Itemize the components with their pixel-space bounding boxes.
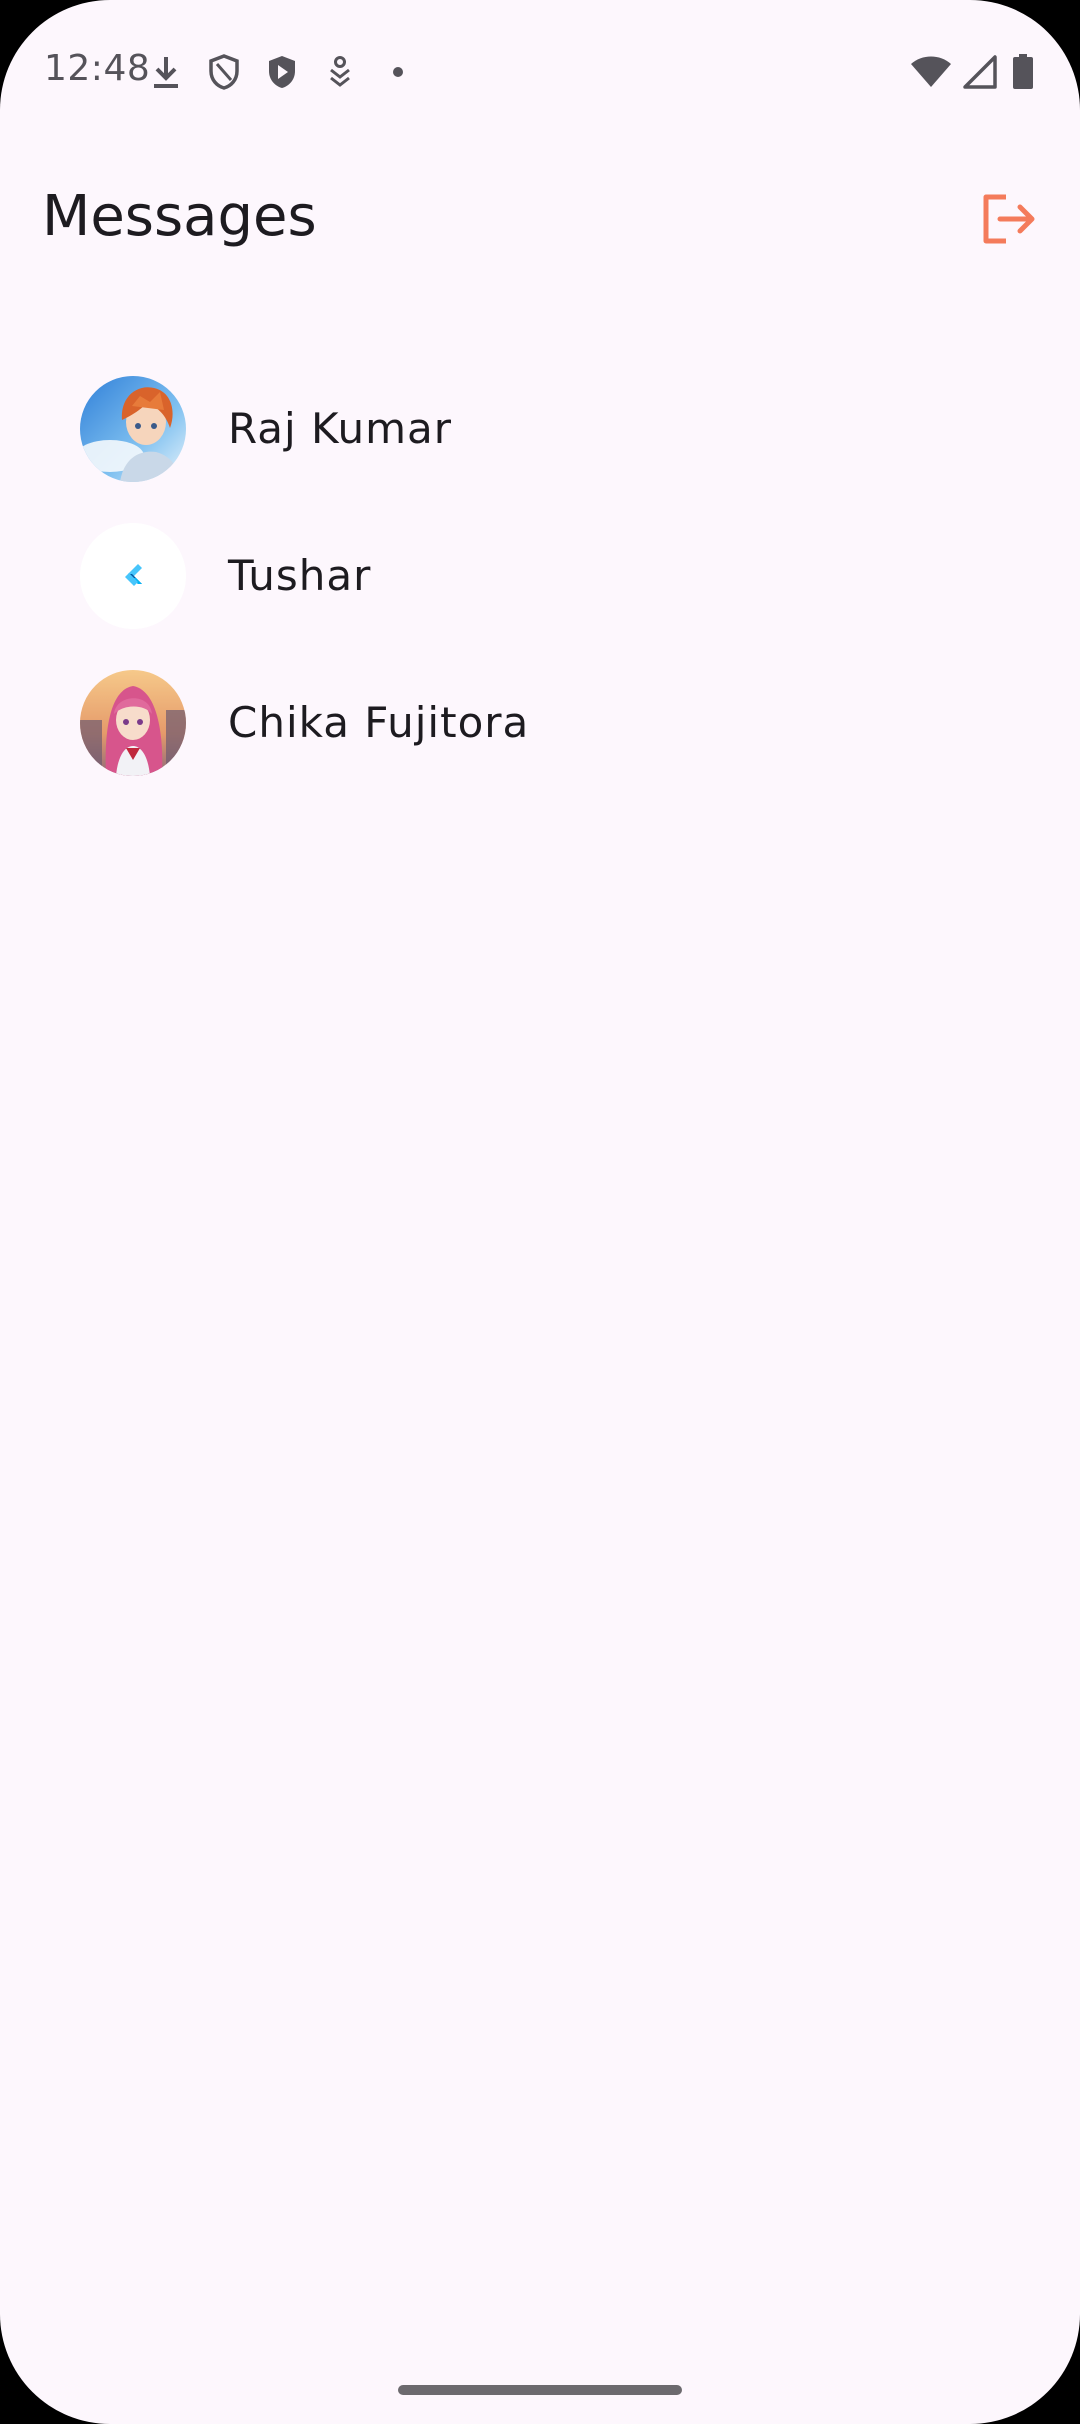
status-icons-right [900,52,1038,92]
conversation-item[interactable]: Chika Fujitora [0,649,1080,796]
logout-icon [980,193,1036,248]
contact-name: Raj Kumar [228,404,453,453]
contact-name: Chika Fujitora [228,698,530,747]
play-shield-icon [264,52,300,92]
wifi-icon [910,52,952,92]
page-title: Messages [42,184,317,249]
status-bar: 12:48 [0,0,1080,140]
cellular-signal-icon [962,52,998,92]
download-icon [148,52,184,92]
logout-button[interactable] [972,184,1044,256]
battery-icon [1008,52,1038,92]
location-badge-icon [322,52,358,92]
app-bar: Messages [0,170,1080,270]
avatar [80,522,186,629]
avatar [80,669,186,776]
dot-icon [380,52,416,92]
flutter-logo-icon [80,522,186,629]
gesture-handle[interactable] [398,2385,682,2395]
conversation-item[interactable]: Raj Kumar [0,355,1080,502]
conversation-item[interactable]: Tushar [0,502,1080,649]
avatar [80,375,186,482]
status-icons-left [148,52,438,92]
shield-outline-icon [206,52,242,92]
contact-name: Tushar [228,551,372,600]
status-time: 12:48 [44,48,151,89]
screen: 12:48 Messages Raj Kumar Tushar Chika Fu… [0,0,1080,2424]
conversation-list: Raj Kumar Tushar Chika Fujitora [0,355,1080,796]
